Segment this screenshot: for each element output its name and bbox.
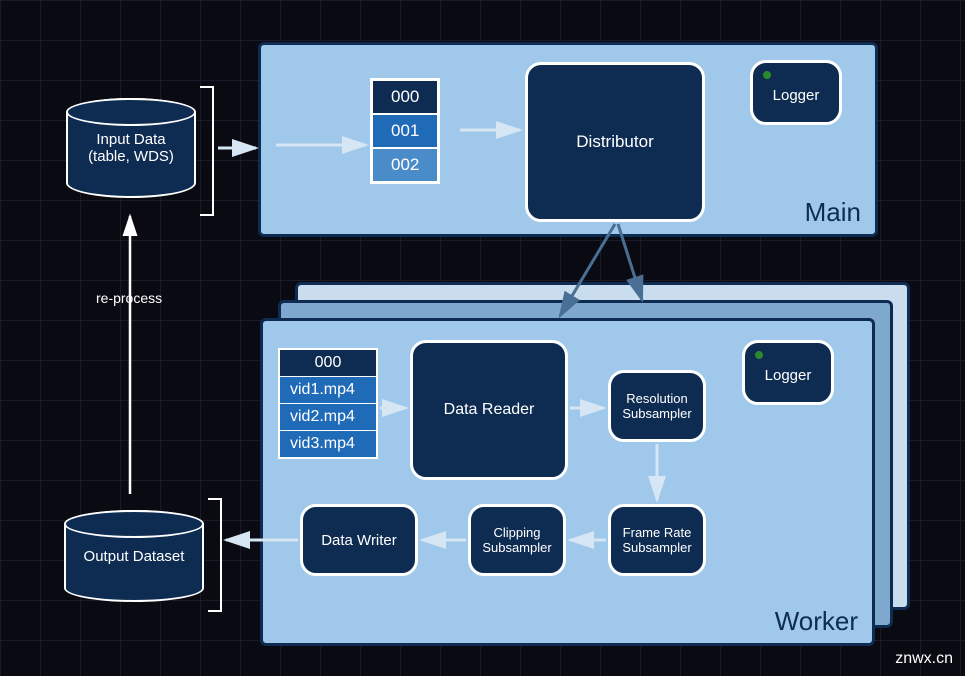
data-writer-label: Data Writer	[321, 532, 397, 549]
data-writer-node: Data Writer	[300, 504, 418, 576]
input-data-cylinder: Input Data (table, WDS)	[66, 98, 196, 198]
distributor-node: Distributor	[525, 62, 705, 222]
shard-table: 000 001 002	[370, 78, 440, 184]
file-row-2: vid3.mp4	[280, 431, 376, 457]
shard-row-1: 001	[373, 115, 437, 149]
data-reader-node: Data Reader	[410, 340, 568, 480]
resolution-l1: Resolution	[626, 391, 687, 406]
clipping-subsampler-node: Clipping Subsampler	[468, 504, 566, 576]
status-dot-icon	[763, 71, 771, 79]
worker-logger-node: Logger	[742, 340, 834, 405]
clipping-l2: Subsampler	[482, 540, 551, 555]
clipping-l1: Clipping	[494, 525, 541, 540]
resolution-l2: Subsampler	[622, 406, 691, 421]
status-dot-icon	[755, 351, 763, 359]
watermark-text: znwx.cn	[895, 650, 953, 668]
file-table: 000 vid1.mp4 vid2.mp4 vid3.mp4	[278, 348, 378, 459]
input-bracket	[200, 86, 214, 216]
data-reader-label: Data Reader	[444, 401, 535, 419]
file-row-1: vid2.mp4	[280, 404, 376, 431]
output-dataset-cylinder: Output Dataset	[64, 510, 204, 602]
shard-row-2: 002	[373, 149, 437, 181]
worker-logger-label: Logger	[765, 367, 812, 384]
framerate-l2: Subsampler	[622, 540, 691, 555]
worker-panel-label: Worker	[775, 606, 858, 637]
distributor-label: Distributor	[576, 132, 653, 152]
file-table-header: 000	[280, 350, 376, 377]
shard-row-0: 000	[373, 81, 437, 115]
output-dataset-label: Output Dataset	[66, 548, 202, 565]
output-bracket	[208, 498, 222, 612]
resolution-subsampler-node: Resolution Subsampler	[608, 370, 706, 442]
file-row-0: vid1.mp4	[280, 377, 376, 404]
input-data-line1: Input Data	[68, 131, 194, 148]
main-panel-label: Main	[805, 197, 861, 228]
input-data-line2: (table, WDS)	[68, 148, 194, 165]
framerate-l1: Frame Rate	[623, 525, 692, 540]
framerate-subsampler-node: Frame Rate Subsampler	[608, 504, 706, 576]
main-logger-label: Logger	[773, 87, 820, 104]
main-logger-node: Logger	[750, 60, 842, 125]
reprocess-label: re-process	[96, 290, 162, 306]
